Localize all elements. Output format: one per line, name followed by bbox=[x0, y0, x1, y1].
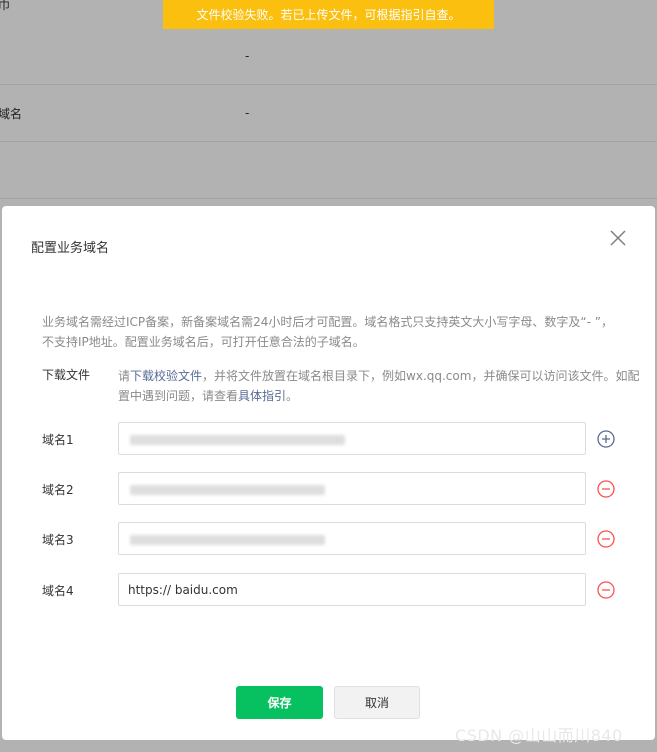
dialog-title: 配置业务域名 bbox=[31, 241, 110, 256]
minus-circle-icon bbox=[597, 530, 615, 548]
domain-notice: 业务域名需经过ICP备案，新备案域名需24小时后才可配置。域名格式只支持英文大小… bbox=[42, 315, 614, 349]
remove-domain-button[interactable] bbox=[595, 579, 617, 601]
domain-label-3: 域名3 bbox=[42, 533, 74, 547]
download-file-instructions: 请下载校验文件，并将文件放置在域名根目录下，例如wx.qq.com，并确保可以访… bbox=[118, 366, 648, 406]
redacted-value bbox=[130, 485, 325, 495]
configure-domain-dialog: 配置业务域名 业务域名需经过ICP备案，新备案域名需24小时后才可配置。域名格式… bbox=[2, 206, 655, 740]
domain-row-2: 域名2 bbox=[42, 472, 632, 506]
guide-link[interactable]: 具体指引 bbox=[238, 389, 286, 403]
domain-input-4[interactable] bbox=[118, 573, 586, 606]
add-domain-button[interactable] bbox=[595, 428, 617, 450]
domain-row-1: 域名1 bbox=[42, 422, 632, 456]
domain-label-2: 域名2 bbox=[42, 483, 74, 497]
close-icon bbox=[610, 230, 626, 246]
minus-circle-icon bbox=[597, 581, 615, 599]
domain-row-3: 域名3 bbox=[42, 522, 632, 556]
domain-row-4: 域名4 bbox=[42, 573, 632, 607]
download-text-prefix: 请 bbox=[118, 369, 131, 383]
save-button[interactable]: 保存 bbox=[236, 686, 323, 719]
redacted-value bbox=[130, 435, 345, 445]
watermark: CSDN @山山而川840 bbox=[455, 726, 623, 745]
download-file-label: 下载文件 bbox=[42, 368, 91, 382]
remove-domain-button[interactable] bbox=[595, 528, 617, 550]
redacted-value bbox=[130, 535, 325, 545]
error-toast: 文件校验失败。若已上传文件，可根据指引自查。 bbox=[163, 0, 494, 29]
download-text-suffix: 。 bbox=[286, 389, 299, 403]
close-button[interactable] bbox=[608, 228, 628, 248]
remove-domain-button[interactable] bbox=[595, 478, 617, 500]
domain-label-1: 域名1 bbox=[42, 433, 74, 447]
domain-label-4: 域名4 bbox=[42, 584, 74, 598]
download-verify-file-link[interactable]: 下载校验文件 bbox=[130, 369, 202, 383]
plus-circle-icon bbox=[597, 430, 615, 448]
minus-circle-icon bbox=[597, 480, 615, 498]
cancel-button[interactable]: 取消 bbox=[334, 686, 420, 719]
